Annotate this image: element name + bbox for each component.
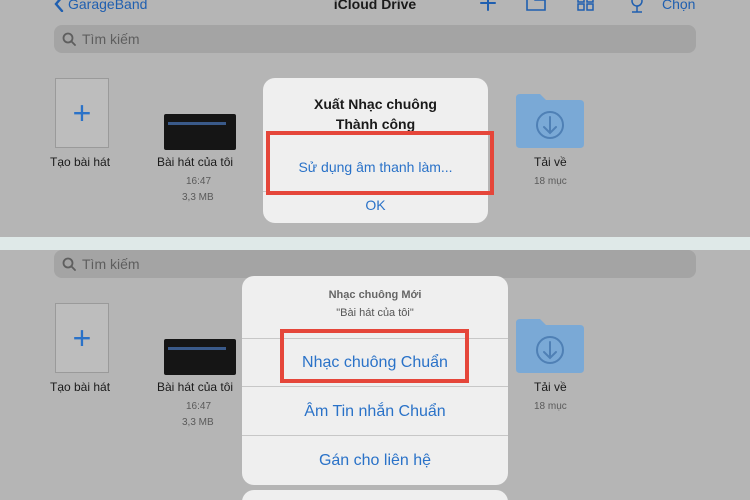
my-song-size: 3,3 MB	[182, 192, 214, 203]
ok-button[interactable]: OK	[263, 197, 488, 213]
highlight-box	[280, 329, 469, 383]
my-song-label: Bài hát của tôi	[157, 155, 234, 169]
waveform-bar	[168, 347, 226, 350]
sheet-separator	[242, 435, 508, 436]
panel-divider	[0, 237, 750, 250]
sheet-subtitle: "Bài hát của tôi"	[336, 307, 414, 319]
new-song-button[interactable]: +	[55, 78, 109, 148]
downloads-label: Tải về	[534, 155, 567, 169]
new-song-button[interactable]: +	[55, 303, 109, 373]
search-icon	[62, 32, 76, 46]
plus-icon: +	[72, 95, 92, 131]
download-folder-icon[interactable]	[514, 317, 586, 375]
sheet-title: Nhạc chuông Mới	[328, 289, 422, 301]
browse-network-icon[interactable]	[626, 0, 648, 14]
cancel-sheet-group[interactable]	[242, 490, 508, 500]
my-song-time: 16:47	[186, 176, 212, 187]
sheet-separator	[242, 386, 508, 387]
my-song-thumbnail[interactable]	[164, 114, 236, 150]
grid-view-icon[interactable]	[575, 0, 597, 14]
downloads-count: 18 mục	[534, 176, 567, 187]
dialog-title-line1: Xuất Nhạc chuông	[314, 96, 437, 112]
highlight-box	[266, 131, 494, 195]
search-field[interactable]: Tìm kiếm	[54, 25, 696, 53]
new-song-label: Tạo bài hát	[50, 155, 111, 169]
standard-text-tone-button[interactable]: Âm Tin nhắn Chuẩn	[242, 403, 508, 421]
select-button[interactable]: Chọn	[662, 0, 695, 12]
plus-icon: +	[72, 320, 92, 356]
my-song-size: 3,3 MB	[182, 417, 214, 428]
bottom-screenshot-panel: Tìm kiếm + Tạo bài hát Bài hát của tôi 1…	[0, 250, 750, 500]
navigation-bar: GarageBand iCloud Drive Chọn	[0, 0, 750, 16]
my-song-thumbnail[interactable]	[164, 339, 236, 375]
waveform-bar	[168, 122, 226, 125]
downloads-count: 18 mục	[534, 401, 567, 412]
download-folder-icon[interactable]	[514, 92, 586, 150]
my-song-label: Bài hát của tôi	[157, 380, 234, 394]
search-field[interactable]: Tìm kiếm	[54, 250, 696, 278]
downloads-label: Tải về	[534, 380, 567, 394]
new-song-label: Tạo bài hát	[50, 380, 111, 394]
search-icon	[62, 257, 76, 271]
plus-icon[interactable]	[477, 0, 499, 14]
search-placeholder: Tìm kiếm	[82, 31, 140, 47]
search-placeholder: Tìm kiếm	[82, 256, 140, 272]
top-screenshot-panel: GarageBand iCloud Drive Chọn Tìm kiếm + …	[0, 0, 750, 237]
my-song-time: 16:47	[186, 401, 212, 412]
new-folder-icon[interactable]	[525, 0, 547, 14]
assign-to-contact-button[interactable]: Gán cho liên hệ	[242, 452, 508, 470]
